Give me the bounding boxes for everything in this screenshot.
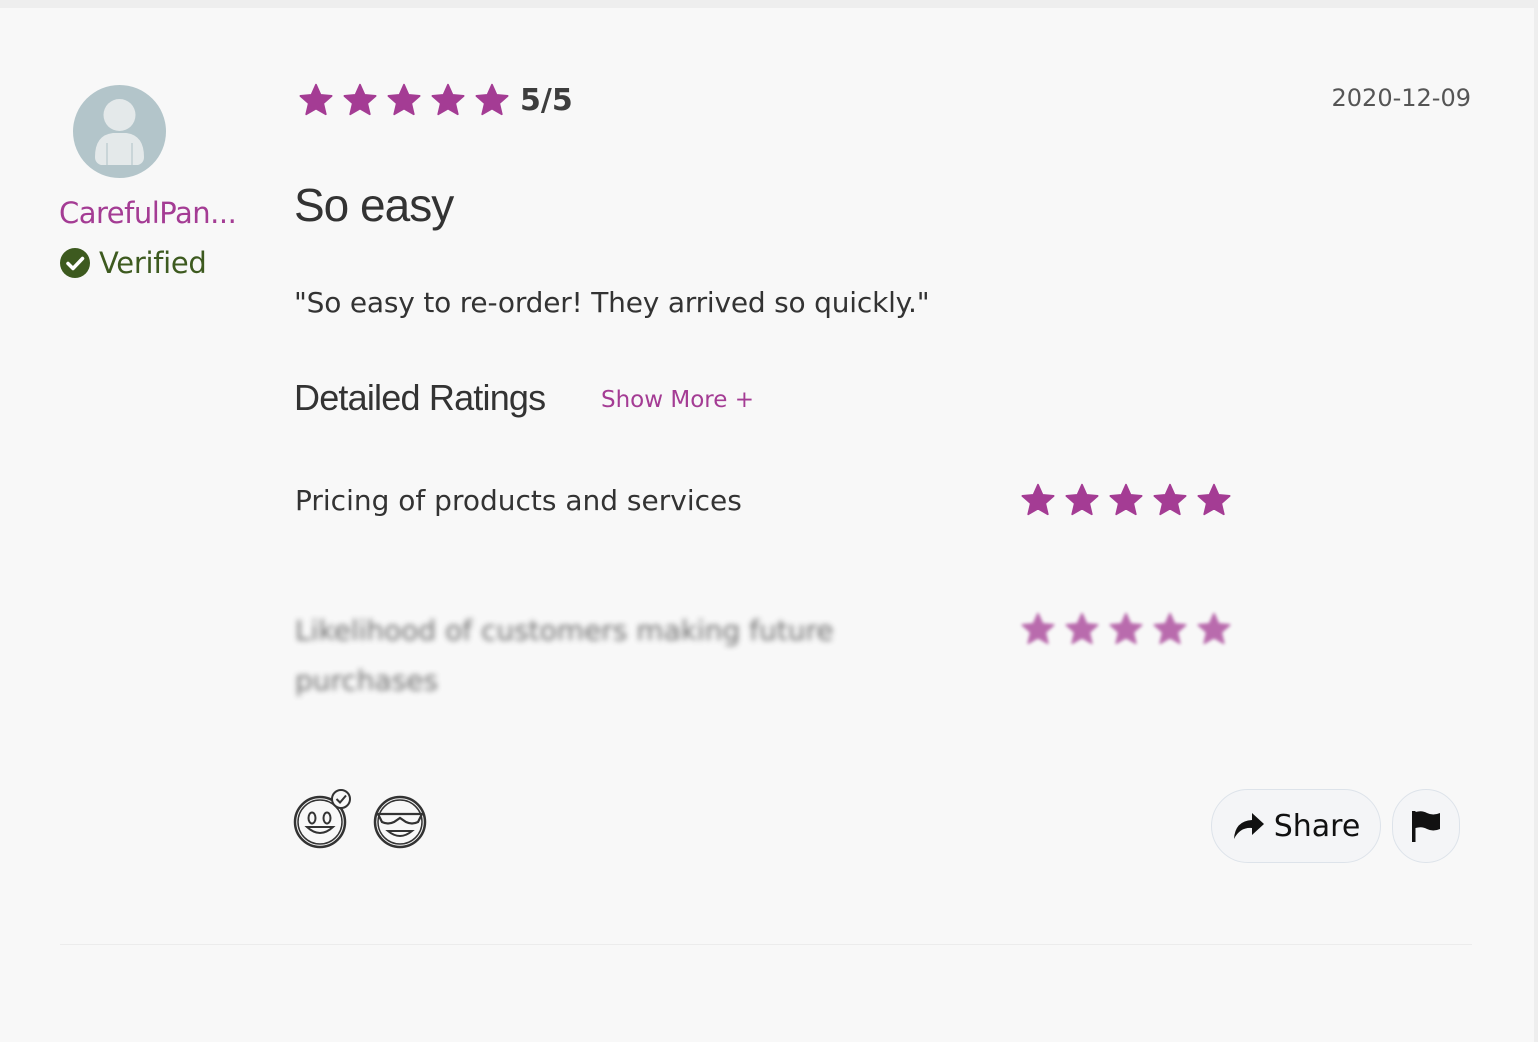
rating-row-stars — [1020, 482, 1240, 518]
overall-stars — [298, 82, 518, 118]
reviewer-name[interactable]: CarefulPan... — [59, 196, 259, 230]
user-silhouette-icon — [95, 99, 144, 165]
star-icon — [1197, 612, 1231, 645]
check-circle-icon — [60, 248, 90, 278]
star-icon — [1109, 483, 1143, 516]
review-title: So easy — [294, 179, 454, 231]
flag-icon — [1412, 811, 1440, 842]
show-more-link[interactable]: Show More + — [601, 387, 754, 413]
review-body: "So easy to re-order! They arrived so qu… — [294, 286, 930, 319]
share-label: Share — [1273, 808, 1361, 844]
rating-text: 5/5 — [520, 82, 573, 118]
detailed-ratings-heading: Detailed Ratings — [294, 377, 546, 418]
review-date: 2020-12-09 — [1331, 84, 1471, 112]
rating-row-stars — [1020, 611, 1240, 647]
avatar — [73, 85, 166, 178]
rating-row-label: Likelihood of customers making future pu… — [295, 614, 834, 697]
top-border — [0, 0, 1538, 8]
star-icon — [1021, 612, 1055, 645]
divider — [60, 944, 1472, 945]
overall-rating: 5/5 — [298, 80, 573, 120]
star-icon — [1153, 483, 1187, 516]
star-icon — [343, 83, 377, 116]
verified-label: Verified — [99, 246, 207, 280]
star-icon — [431, 83, 465, 116]
share-button[interactable]: Share — [1211, 789, 1381, 863]
helpful-reaction-button[interactable] — [293, 789, 351, 853]
share-arrow-icon — [1233, 813, 1264, 839]
review-card: CarefulPan... Verified 5/5 2020-12-09 So… — [0, 0, 1538, 1042]
cool-reaction-button[interactable] — [372, 789, 430, 853]
star-icon — [1065, 483, 1099, 516]
star-icon — [387, 83, 421, 116]
star-icon — [1065, 612, 1099, 645]
rating-row-label: Pricing of products and services — [295, 484, 742, 517]
star-icon — [1197, 483, 1231, 516]
star-icon — [1153, 612, 1187, 645]
star-icon — [299, 83, 333, 116]
helpful-face-icon — [293, 789, 351, 849]
verified-badge: Verified — [59, 246, 207, 280]
cool-face-icon — [373, 795, 427, 849]
star-icon — [475, 83, 509, 116]
star-icon — [1109, 612, 1143, 645]
report-button[interactable] — [1392, 789, 1460, 863]
right-border — [1534, 0, 1538, 1042]
star-icon — [1021, 483, 1055, 516]
